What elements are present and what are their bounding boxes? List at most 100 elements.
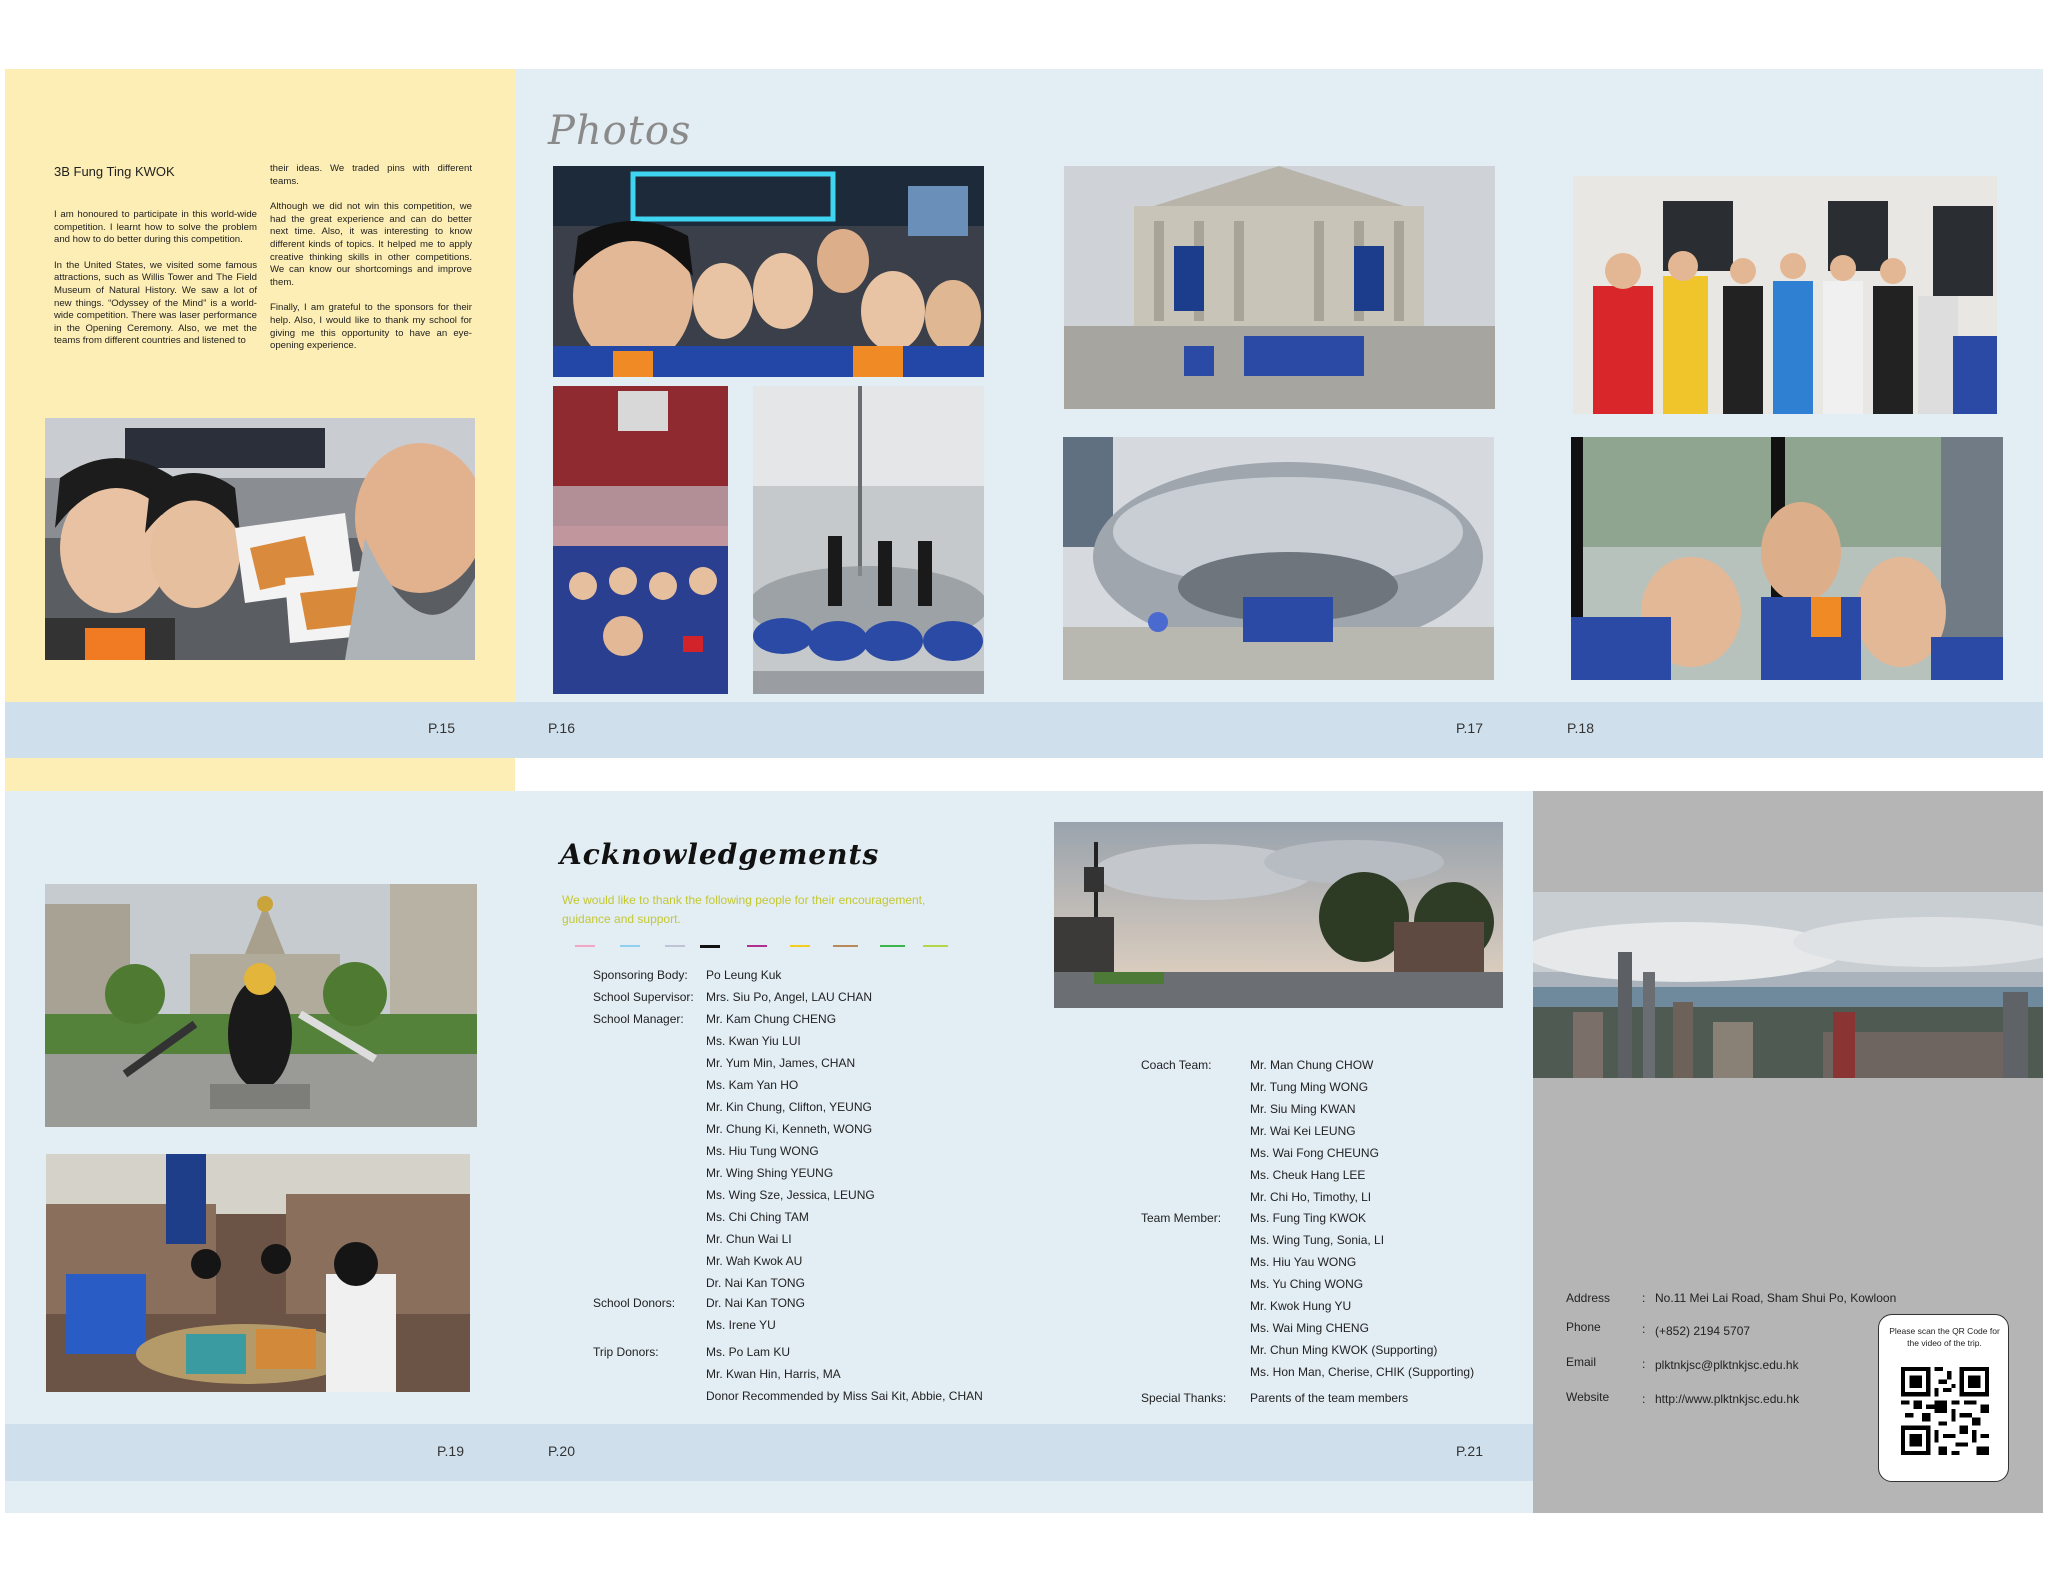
- contact-website[interactable]: http://www.plktnkjsc.edu.hk: [1655, 1392, 1799, 1406]
- ack-label: School Manager:: [593, 1012, 684, 1026]
- ack-name: Po Leung Kuk: [706, 968, 782, 982]
- contact-label-email: Email: [1566, 1355, 1597, 1369]
- page-number: P.17: [1456, 720, 1483, 736]
- ack-name: Mr. Chung Ki, Kenneth, WONG: [706, 1122, 873, 1136]
- ack-name: Mr. Wah Kwok AU: [706, 1254, 803, 1268]
- ack-label: Trip Donors:: [593, 1345, 659, 1359]
- ack-name: Ms. Kwan Yiu LUI: [706, 1034, 801, 1048]
- photo-city-skyline: [1533, 892, 2043, 1078]
- page-number: P.15: [428, 720, 455, 736]
- essay-column-1: I am honoured to participate in this wor…: [54, 209, 257, 361]
- ack-name: Donor Recommended by Miss Sai Kit, Abbie…: [706, 1389, 983, 1403]
- ack-name: Ms. Yu Ching WONG: [1250, 1277, 1364, 1291]
- photo-team-indoor: [1573, 176, 1997, 414]
- contact-email[interactable]: plktnkjsc@plktnkjsc.edu.hk: [1655, 1358, 1799, 1372]
- ack-name: Mr. Kam Chung CHENG: [706, 1012, 837, 1026]
- photo-group-selfie-neon: [553, 166, 984, 377]
- contact-separator: :: [1642, 1322, 1646, 1336]
- ack-name: Parents of the team members: [1250, 1391, 1409, 1405]
- ack-name: Dr. Nai Kan TONG: [706, 1276, 805, 1290]
- divider-dash: [833, 945, 858, 947]
- essay-column-2: their ideas. We traded pins with differe…: [270, 163, 472, 366]
- ack-label: Special Thanks:: [1141, 1391, 1227, 1405]
- top-footer-band: [5, 702, 2043, 758]
- page-number: P.21: [1456, 1443, 1483, 1459]
- essay-author: 3B Fung Ting KWOK: [54, 164, 175, 179]
- ack-name: Mr. Kwok Hung YU: [1250, 1299, 1352, 1313]
- contact-separator: :: [1642, 1357, 1646, 1371]
- photo-pizza-selfie: [45, 418, 475, 660]
- qr-code-card: Please scan the QR Code for the video of…: [1878, 1314, 2009, 1482]
- ack-name: Mr. Chi Ho, Timothy, LI: [1250, 1190, 1372, 1204]
- qr-caption: Please scan the QR Code for the video of…: [1889, 1326, 2000, 1348]
- contact-separator: :: [1642, 1392, 1646, 1406]
- essay-paragraph: I am honoured to participate in this wor…: [54, 209, 257, 246]
- photo-lounge-activity: [46, 1154, 470, 1392]
- ack-name: Mr. Wing Shing YEUNG: [706, 1166, 834, 1180]
- ack-label: Coach Team:: [1141, 1058, 1212, 1072]
- ack-label: Team Member:: [1141, 1211, 1222, 1225]
- ack-name: Mr. Yum Min, James, CHAN: [706, 1056, 856, 1070]
- page-number: P.19: [437, 1443, 464, 1459]
- photo-street-sunset: [1054, 822, 1503, 1008]
- ack-label: School Donors:: [593, 1296, 676, 1310]
- essay-paragraph: Although we did not win this competition…: [270, 201, 472, 288]
- acknowledgements-intro: We would like to thank the following peo…: [562, 893, 926, 926]
- ack-name: Ms. Wing Tung, Sonia, LI: [1250, 1233, 1385, 1247]
- essay-paragraph: their ideas. We traded pins with differe…: [270, 163, 472, 187]
- essay-paragraph: Finally, I am grateful to the sponsors f…: [270, 302, 472, 352]
- ack-name: Ms. Hiu Yau WONG: [1250, 1255, 1357, 1269]
- divider-dash: [790, 945, 810, 947]
- page-number: P.18: [1567, 720, 1594, 736]
- ack-name: Mr. Wai Kei LEUNG: [1250, 1124, 1356, 1138]
- ack-name: Mr. Tung Ming WONG: [1250, 1080, 1369, 1094]
- ack-name: Mr. Chun Ming KWOK (Supporting): [1250, 1343, 1438, 1357]
- ack-name: Ms. Hon Man, Cherise, CHIK (Supporting): [1250, 1365, 1475, 1379]
- photo-cloud-gate: [1063, 437, 1494, 680]
- contact-phone: (+852) 2194 5707: [1655, 1324, 1751, 1338]
- ack-name: Ms. Kam Yan HO: [706, 1078, 799, 1092]
- ack-label: Sponsoring Body:: [593, 968, 688, 982]
- photos-title: Photos: [548, 108, 692, 154]
- bottom-footer-band: [5, 1424, 1533, 1481]
- divider-dash: [747, 945, 767, 947]
- ack-name: Ms. Irene YU: [706, 1318, 776, 1332]
- contact-label-website: Website: [1566, 1390, 1610, 1404]
- acknowledgements-title: Acknowledgements: [560, 838, 880, 871]
- ack-name: Dr. Nai Kan TONG: [706, 1296, 805, 1310]
- page-number: P.16: [548, 720, 575, 736]
- essay-paragraph: In the United States, we visited some fa…: [54, 259, 257, 347]
- ack-name: Ms. Hiu Tung WONG: [706, 1144, 819, 1158]
- photo-skydeck-selfie: [1571, 437, 2003, 680]
- ack-name: Mr. Siu Ming KWAN: [1250, 1102, 1356, 1116]
- divider-dash: [665, 945, 685, 947]
- contact-separator: :: [1642, 1291, 1646, 1305]
- divider-dash: [880, 945, 905, 947]
- photo-campus-mascot: [45, 884, 477, 1127]
- contact-label-phone: Phone: [1566, 1320, 1601, 1334]
- ack-name: Mrs. Siu Po, Angel, LAU CHAN: [706, 990, 873, 1004]
- qr-code-icon[interactable]: [1901, 1367, 1989, 1455]
- divider-dash: [700, 945, 720, 948]
- photo-field-museum: [1064, 166, 1495, 409]
- ack-name: Mr. Chun Wai LI: [706, 1232, 792, 1246]
- ack-name: Ms. Wing Sze, Jessica, LEUNG: [706, 1188, 875, 1202]
- ack-name: Mr. Man Chung CHOW: [1250, 1058, 1374, 1072]
- ack-name: Ms. Chi Ching TAM: [706, 1210, 809, 1224]
- ack-name: Mr. Kin Chung, Clifton, YEUNG: [706, 1100, 872, 1114]
- contact-label-address: Address: [1566, 1291, 1611, 1305]
- ack-name: Ms. Fung Ting KWOK: [1250, 1211, 1367, 1225]
- color-divider: [575, 945, 955, 948]
- divider-dash: [620, 945, 640, 947]
- ack-name: Ms. Wai Fong CHEUNG: [1250, 1146, 1379, 1160]
- divider-dash: [575, 945, 595, 947]
- photo-skydeck-ledge: [753, 386, 984, 694]
- ack-name: Ms. Cheuk Hang LEE: [1250, 1168, 1366, 1182]
- contact-address: No.11 Mei Lai Road, Sham Shui Po, Kowloo…: [1655, 1291, 1897, 1305]
- ack-label: School Supervisor:: [593, 990, 694, 1004]
- photo-arena-team: [553, 386, 728, 694]
- ack-name: Mr. Kwan Hin, Harris, MA: [706, 1367, 841, 1381]
- page-number: P.20: [548, 1443, 575, 1459]
- divider-dash: [923, 945, 948, 947]
- ack-name: Ms. Wai Ming CHENG: [1250, 1321, 1369, 1335]
